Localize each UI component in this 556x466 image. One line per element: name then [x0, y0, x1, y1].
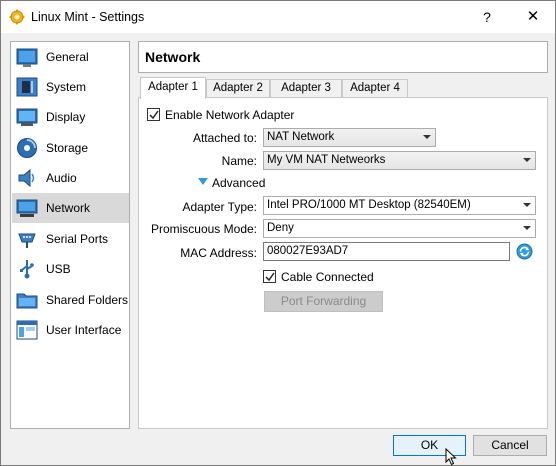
- cancel-button[interactable]: Cancel: [473, 435, 547, 456]
- adapter-type-select[interactable]: Intel PRO/1000 MT Desktop (82540EM): [263, 196, 536, 215]
- page-title: Network: [145, 49, 201, 65]
- adapter-type-label: Adapter Type:: [182, 200, 258, 214]
- sidebar-item-user-interface[interactable]: User Interface: [12, 315, 129, 345]
- tab-label: Adapter 2: [213, 82, 263, 94]
- tab-label: Adapter 3: [281, 82, 331, 94]
- settings-sidebar: General System Display Storage Audio Net…: [10, 41, 130, 429]
- app-gear-icon: [9, 9, 25, 25]
- sidebar-item-audio[interactable]: Audio: [12, 163, 129, 193]
- tab-adapter-4[interactable]: Adapter 4: [342, 79, 408, 98]
- sidebar-item-label: Network: [46, 201, 91, 215]
- help-button[interactable]: ?: [471, 3, 503, 31]
- sidebar-item-label: USB: [46, 262, 71, 276]
- tab-label: Adapter 1: [148, 81, 198, 93]
- sidebar-item-label: Audio: [46, 171, 77, 185]
- cancel-label: Cancel: [491, 438, 529, 452]
- sidebar-item-usb[interactable]: USB: [12, 254, 129, 284]
- sidebar-item-system[interactable]: System: [12, 72, 129, 102]
- ok-label: OK: [420, 438, 439, 452]
- chevron-down-icon: [523, 226, 531, 230]
- tab-adapter-3[interactable]: Adapter 3: [270, 79, 342, 98]
- port-forwarding-button[interactable]: Port Forwarding: [264, 291, 383, 312]
- sidebar-item-label: Display: [46, 110, 86, 124]
- sidebar-item-label: Storage: [46, 141, 89, 155]
- attached-to-value: NAT Network: [267, 131, 335, 143]
- advanced-triangle-icon[interactable]: [198, 178, 208, 186]
- enable-adapter-label: Enable Network Adapter: [165, 108, 295, 122]
- attached-to-select[interactable]: NAT Network: [263, 128, 436, 147]
- close-button[interactable]: ✕: [517, 3, 549, 31]
- mouse-cursor-icon: [445, 448, 457, 466]
- sidebar-item-label: General: [46, 50, 89, 64]
- sidebar-item-general[interactable]: General: [12, 42, 129, 72]
- sidebar-item-serial-ports[interactable]: Serial Ports: [12, 224, 129, 254]
- sidebar-item-label: Serial Ports: [46, 232, 109, 246]
- usb-icon: [20, 260, 34, 279]
- sidebar-item-display[interactable]: Display: [12, 102, 129, 132]
- refresh-mac-icon[interactable]: [516, 243, 533, 260]
- shared-folders-icon: [16, 293, 38, 309]
- adapter-panel: Enable Network Adapter Attached to: NAT …: [138, 97, 548, 429]
- sidebar-item-shared-folders[interactable]: Shared Folders: [12, 285, 129, 315]
- checkmark-icon: [149, 110, 159, 120]
- checkmark-icon: [265, 272, 275, 282]
- mac-address-field[interactable]: 080027E93AD7: [263, 242, 510, 261]
- chevron-down-icon: [523, 158, 531, 162]
- display-icon: [16, 108, 38, 126]
- audio-icon: [18, 168, 35, 188]
- cable-connected-label: Cable Connected: [281, 270, 374, 284]
- tab-label: Adapter 4: [350, 82, 400, 94]
- adapter-type-value: Intel PRO/1000 MT Desktop (82540EM): [267, 199, 471, 211]
- window-title: Linux Mint - Settings: [31, 10, 145, 24]
- tab-adapter-2[interactable]: Adapter 2: [206, 79, 270, 98]
- chevron-down-icon: [523, 203, 531, 207]
- title-bar: Linux Mint - Settings ? ✕: [1, 1, 555, 33]
- network-name-select[interactable]: My VM NAT Netweorks: [263, 151, 536, 170]
- port-forwarding-label: Port Forwarding: [280, 294, 367, 308]
- attached-to-label: Attached to:: [192, 131, 257, 145]
- sidebar-item-label: System: [46, 80, 87, 94]
- sidebar-item-network[interactable]: Network: [12, 193, 129, 223]
- cable-connected-checkbox[interactable]: [263, 270, 276, 283]
- network-name-value: My VM NAT Netweorks: [267, 154, 386, 166]
- sidebar-item-label: User Interface: [46, 323, 122, 337]
- system-icon: [16, 77, 38, 97]
- sidebar-item-label: Shared Folders: [46, 293, 129, 307]
- general-icon: [16, 48, 38, 67]
- network-icon: [16, 199, 38, 217]
- sidebar-item-storage[interactable]: Storage: [12, 133, 129, 163]
- tab-adapter-1[interactable]: Adapter 1: [140, 77, 206, 99]
- promiscuous-mode-label: Promiscuous Mode:: [150, 222, 257, 236]
- mac-address-label: MAC Address:: [180, 246, 257, 260]
- enable-adapter-checkbox[interactable]: [147, 108, 160, 121]
- name-label: Name:: [221, 154, 257, 168]
- promiscuous-mode-select[interactable]: Deny: [263, 219, 536, 238]
- promiscuous-mode-value: Deny: [267, 222, 294, 234]
- serial-ports-icon: [18, 233, 36, 248]
- advanced-toggle[interactable]: Advanced: [212, 176, 265, 190]
- mac-address-value: 080027E93AD7: [267, 245, 349, 257]
- user-interface-icon: [16, 320, 38, 340]
- chevron-down-icon: [423, 135, 431, 139]
- page-header: Network: [138, 41, 548, 73]
- storage-icon: [17, 138, 37, 158]
- settings-window: Linux Mint - Settings ? ✕ General System: [0, 0, 556, 466]
